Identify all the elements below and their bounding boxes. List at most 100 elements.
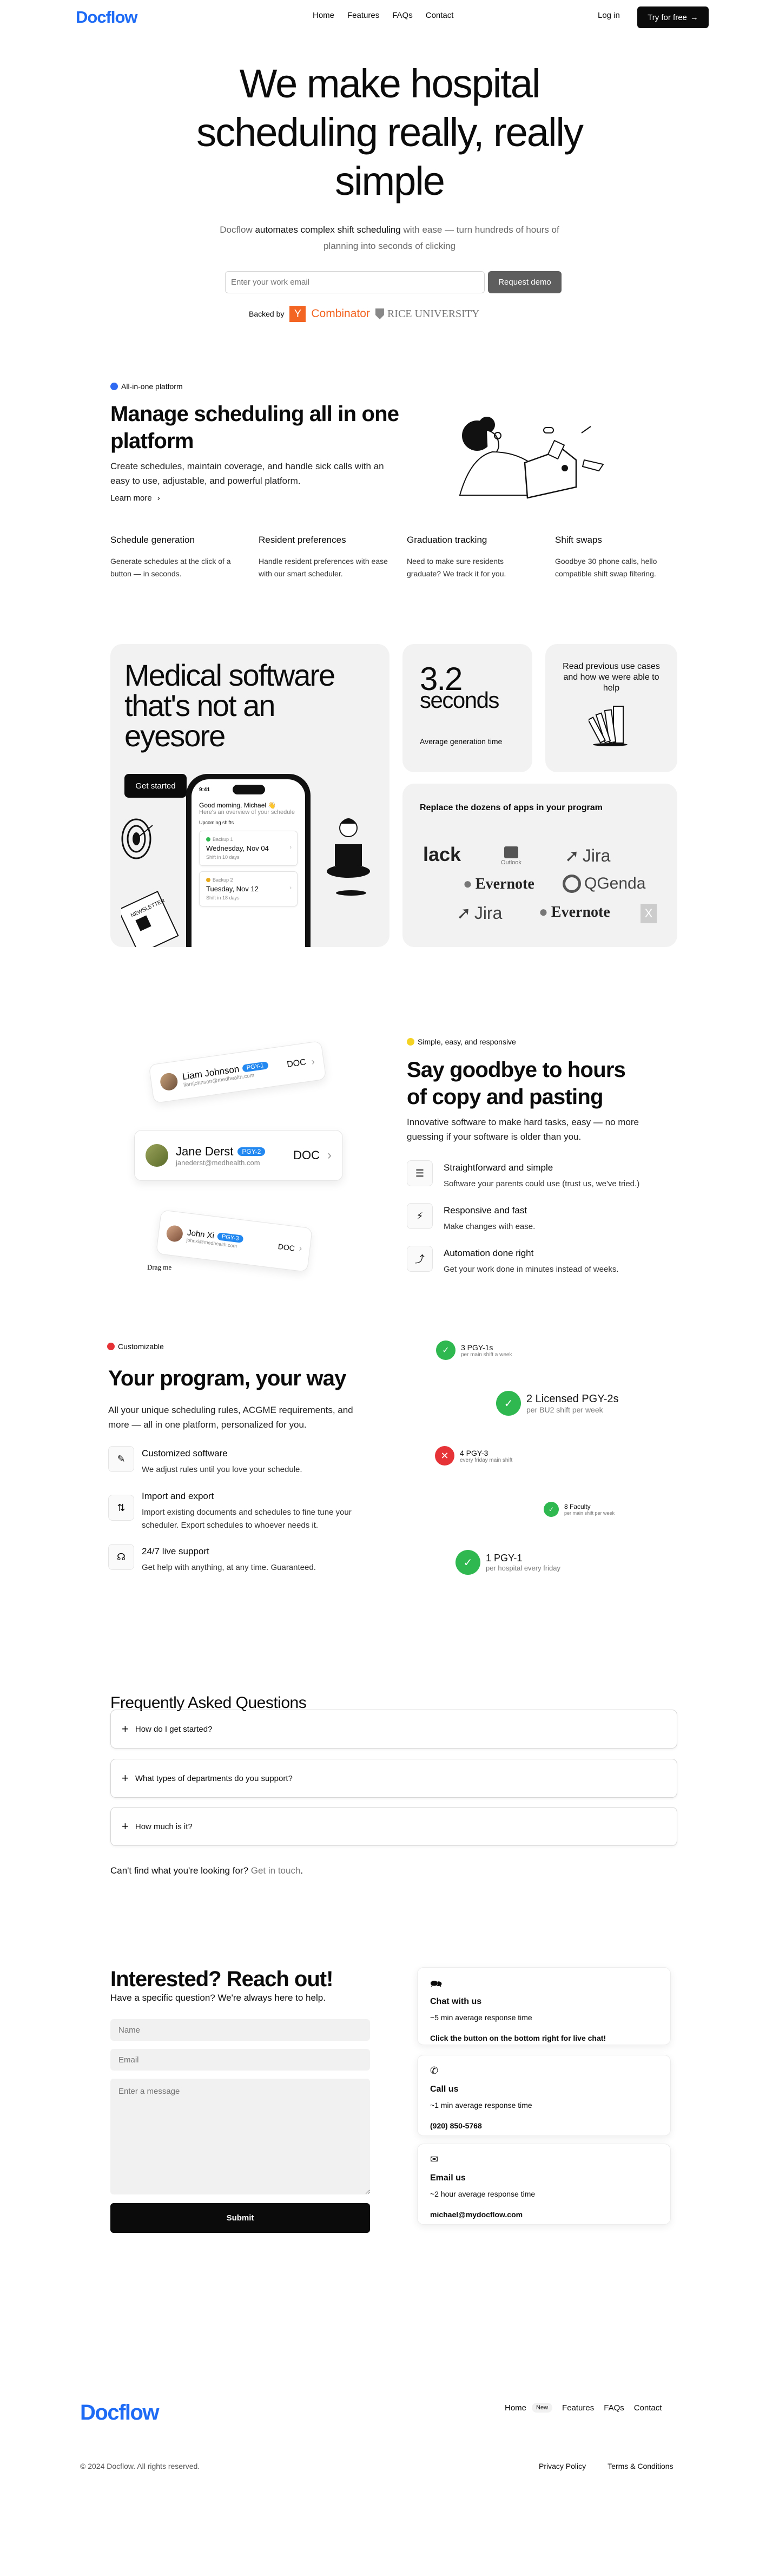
login-link[interactable]: Log in (598, 11, 620, 20)
nav-link-faqs[interactable]: FAQs (392, 11, 413, 20)
hero-sub-bold: automates complex shift scheduling (255, 225, 401, 235)
faq-more-suffix: . (300, 1865, 303, 1876)
nav-link-features[interactable]: Features (347, 11, 379, 20)
contact-email[interactable]: michael@mydocflow.com (430, 2210, 658, 2219)
footer-link-contact[interactable]: Contact (634, 2403, 662, 2413)
shift-label: Backup 2 (213, 877, 233, 883)
rice-logo: RICE UNIVERSITY (375, 308, 479, 320)
requirement-title: 2 Licensed PGY-2s (526, 1392, 619, 1405)
feature-title: Schedule generation (110, 535, 195, 545)
chevron-right-icon: › (157, 494, 160, 503)
resident-card[interactable]: Liam Johnson PGY-1 liamjohnson@medhealth.… (148, 1040, 327, 1104)
list-icon: ☰ (407, 1160, 433, 1186)
nav-link-contact[interactable]: Contact (426, 11, 454, 20)
nav-link-home[interactable]: Home (313, 11, 334, 20)
logo[interactable]: Docflow (76, 8, 138, 27)
phone-overview: Here's an overview of your schedule (199, 809, 295, 816)
footer-link-features[interactable]: Features (562, 2403, 594, 2413)
chevron-right-icon: › (289, 844, 292, 851)
work-email-input[interactable] (225, 271, 485, 293)
faq-item[interactable]: + How do I get started? (110, 1710, 677, 1749)
red-dot-icon (107, 1343, 115, 1350)
platform-title: Manage scheduling all in one platform (110, 402, 399, 453)
mail-icon: ✉ (430, 2154, 439, 2165)
phone-screen: 9:41 Good morning, Michael 👋 Here's an o… (192, 779, 305, 947)
hero-title: We make hospital scheduling really, real… (196, 61, 584, 203)
target-icon (121, 818, 153, 859)
avatar (159, 1072, 179, 1092)
evernote-logo: ● Evernote (539, 904, 610, 921)
green-dot-icon (206, 837, 210, 842)
jira-icon: ➚ (565, 846, 579, 865)
terms-link[interactable]: Terms & Conditions (608, 2462, 673, 2470)
name-field[interactable] (110, 2019, 370, 2041)
evernote-label: Evernote (475, 876, 534, 892)
requirement-title: 3 PGY-1s (461, 1343, 493, 1352)
books-icon (589, 706, 628, 746)
shift-sub: Shift in 18 days (206, 895, 240, 901)
try-free-button[interactable]: Try for free → (637, 6, 709, 28)
requirement-item: ✓ 3 PGY-1s per main shift a week (436, 1340, 512, 1360)
contact-card-response: ~1 min average response time (430, 2101, 532, 2110)
get-in-touch-link[interactable]: Get in touch (251, 1865, 301, 1876)
hero-sub-prefix: Docflow (220, 225, 255, 235)
yc-logo-icon: Y (289, 306, 306, 322)
legal-links: Privacy Policy Terms & Conditions (539, 2462, 674, 2470)
qgenda-label: QGenda (584, 875, 646, 892)
feature-desc: Need to make sure residents graduate? We… (407, 557, 506, 578)
custom-desc: All your unique scheduling rules, ACGME … (108, 1405, 353, 1430)
request-demo-button[interactable]: Request demo (488, 271, 562, 293)
simple-desc: Innovative software to make hard tasks, … (407, 1117, 639, 1142)
feature-title: Responsive and fast (444, 1205, 527, 1215)
faq-item[interactable]: + What types of departments do you suppor… (110, 1759, 677, 1798)
yellow-dot-icon (407, 1038, 414, 1046)
resident-card[interactable]: John Xi PGY-3 johnxi@medhealth.com DOC › (156, 1210, 313, 1272)
shift-card[interactable]: Backup 2 Tuesday, Nov 12 Shift in 18 day… (199, 871, 298, 906)
feature-desc: Software your parents could use (trust u… (444, 1179, 640, 1188)
arrow-right-icon: → (690, 12, 698, 22)
faq-item[interactable]: + How much is it? (110, 1807, 677, 1846)
resident-name: Jane Derst (176, 1144, 234, 1158)
check-icon: ✓ (496, 1391, 521, 1416)
requirement-item: ✓ 1 PGY-1 per hospital every friday (455, 1550, 560, 1575)
footer-links: Home New Features FAQs Contact (505, 2403, 662, 2413)
email-field[interactable] (110, 2049, 370, 2071)
get-started-button[interactable]: Get started (124, 774, 187, 798)
outlook-label: Outlook (501, 859, 521, 866)
excel-icon: X (641, 904, 657, 923)
feature-desc: Goodbye 30 phone calls, hello compatible… (555, 557, 657, 578)
blue-dot-icon (110, 383, 118, 390)
custom-title: Your program, your way (108, 1366, 346, 1390)
jira-logo: ➚ Jira (565, 845, 610, 866)
feature-desc: Get help with anything, at any time. Gua… (142, 1563, 316, 1572)
shift-card[interactable]: Backup 1 Wednesday, Nov 04 Shift in 10 d… (199, 831, 298, 866)
use-cases-card[interactable]: Read previous use cases and how we were … (545, 644, 677, 772)
message-field[interactable] (110, 2079, 370, 2194)
submit-button[interactable]: Submit (110, 2203, 370, 2233)
phone-greeting: Good morning, Michael 👋 (199, 801, 276, 809)
lightning-icon: ⚡ (407, 1203, 433, 1229)
contact-card-response: ~5 min average response time (430, 2013, 532, 2022)
swap-arrows-icon: ⇅ (108, 1495, 134, 1521)
contact-subtitle: Have a specific question? We're always h… (110, 1993, 326, 2003)
slack-logo: lack (423, 843, 461, 865)
qgenda-icon (563, 875, 581, 893)
role-label: DOC (277, 1241, 295, 1253)
learn-more-link[interactable]: Learn more › (110, 494, 160, 503)
contact-phone[interactable]: (920) 850-5768 (430, 2121, 658, 2130)
requirement-sub: per hospital every friday (486, 1564, 561, 1572)
footer-link-faqs[interactable]: FAQs (604, 2403, 624, 2413)
nav-links: Home Features FAQs Contact (313, 11, 453, 20)
privacy-policy-link[interactable]: Privacy Policy (539, 2462, 586, 2470)
resident-card[interactable]: Jane Derst PGY-2 janederst@medhealth.com … (134, 1130, 343, 1181)
footer-link-home[interactable]: Home (505, 2403, 526, 2413)
shift-date: Wednesday, Nov 04 (206, 844, 269, 852)
elephant-icon: ● (463, 876, 472, 892)
pencil-icon: ✎ (108, 1446, 134, 1472)
check-icon: ✓ (436, 1340, 455, 1360)
contact-card-title: Email us (430, 2173, 466, 2183)
contact-card-title: Call us (430, 2085, 459, 2094)
footer-logo[interactable]: Docflow (80, 2401, 160, 2425)
feature-shift-swaps: Shift swaps Goodbye 30 phone calls, hell… (555, 535, 685, 580)
use-cases-text: Read previous use cases and how we were … (563, 662, 660, 693)
